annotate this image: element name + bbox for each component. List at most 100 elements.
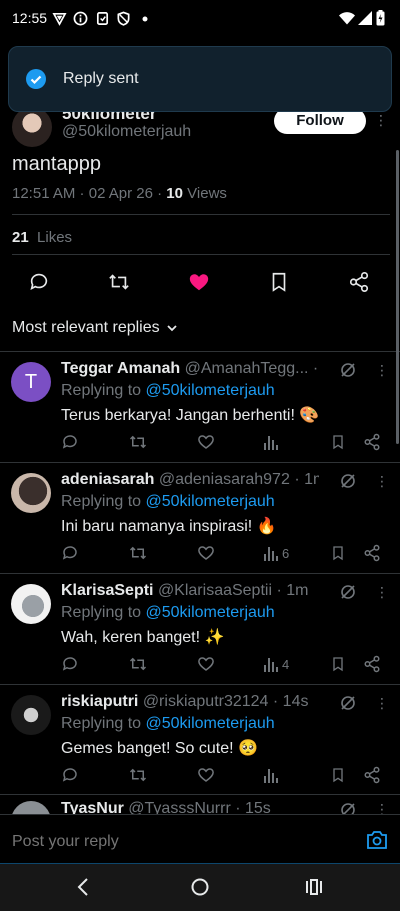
grok-icon[interactable] [339, 361, 357, 379]
retweet-icon[interactable] [129, 544, 147, 562]
replying-to-label: Replying to [61, 715, 142, 732]
views-icon[interactable] [263, 433, 279, 451]
chevron-down-icon[interactable] [166, 322, 178, 334]
likes-label: Likes [37, 229, 73, 246]
reply-header: riskiaputri @riskiaputr32124 · 14s [61, 693, 319, 711]
info-icon [73, 11, 88, 26]
reply-actions [0, 433, 400, 453]
reply-replying-to: Replying to @50kilometerjauh [61, 493, 275, 511]
grok-icon[interactable] [339, 583, 357, 601]
author-handle[interactable]: @50kilometerjauh [62, 123, 191, 141]
more-options-icon[interactable]: ⋮ [375, 473, 389, 490]
bookmark-icon[interactable] [330, 544, 346, 562]
more-options-icon[interactable]: ⋮ [375, 695, 389, 712]
reply-author-name[interactable]: adeniasarah [61, 471, 154, 488]
reply-text: Wah, keren banget! ✨ [61, 629, 225, 646]
heart-icon[interactable] [197, 655, 215, 673]
heart-icon[interactable] [197, 544, 215, 562]
reply-item[interactable]: T Teggar Amanah @AmanahTegg... · 1s ⋮ Re… [0, 351, 400, 462]
reply-item[interactable]: riskiaputri @riskiaputr32124 · 14s ⋮ Rep… [0, 684, 400, 795]
grok-icon[interactable] [339, 472, 357, 490]
reply-icon[interactable] [61, 655, 79, 673]
replying-to-mention[interactable]: @50kilometerjauh [146, 382, 275, 399]
author-avatar[interactable] [12, 107, 52, 147]
reply-author-handle[interactable]: @adeniasarah972 [159, 471, 290, 488]
reply-author-handle[interactable]: @riskiaputr32124 [143, 693, 269, 710]
toast-text: Reply sent [63, 70, 139, 87]
reply-item[interactable]: TyasNur @TyasssNurrr · 15s ⋮ [0, 794, 400, 814]
heart-icon[interactable] [188, 271, 210, 293]
reply-header: KlarisaSepti @KlarisaaSeptii · 1m [61, 582, 319, 600]
replying-to-mention[interactable]: @50kilometerjauh [146, 715, 275, 732]
reply-text: Terus berkarya! Jangan berhenti! 🎨 [61, 407, 320, 424]
reply-author-name[interactable]: Teggar Amanah [61, 360, 180, 377]
replying-to-label: Replying to [61, 604, 142, 621]
more-options-icon[interactable]: ⋮ [375, 584, 389, 601]
reply-avatar[interactable] [11, 695, 51, 735]
reply-avatar[interactable] [11, 801, 51, 814]
replying-to-mention[interactable]: @50kilometerjauh [146, 604, 275, 621]
share-icon[interactable] [363, 655, 381, 673]
retweet-icon[interactable] [129, 766, 147, 784]
replying-to-mention[interactable]: @50kilometerjauh [146, 493, 275, 510]
views-icon[interactable] [263, 766, 279, 784]
reply-actions: 4 [0, 655, 400, 675]
reply-item[interactable]: KlarisaSepti @KlarisaaSeptii · 1m ⋮ Repl… [0, 573, 400, 684]
reply-author-handle[interactable]: @KlarisaaSeptii [158, 582, 272, 599]
reply-icon[interactable] [61, 433, 79, 451]
reply-author-name[interactable]: riskiaputri [61, 693, 138, 710]
bookmark-icon[interactable] [330, 433, 346, 451]
home-icon[interactable] [190, 877, 210, 897]
reply-author-handle[interactable]: @TyasssNurrr [128, 800, 230, 814]
share-icon[interactable] [363, 544, 381, 562]
wifi-icon [339, 12, 355, 25]
reply-icon[interactable] [61, 766, 79, 784]
views-icon[interactable] [263, 544, 279, 562]
retweet-icon[interactable] [129, 655, 147, 673]
scrollbar[interactable] [396, 150, 399, 444]
tweet-views-count: 10 [166, 185, 183, 202]
share-icon[interactable] [348, 271, 370, 293]
divider [12, 214, 390, 215]
replying-to-label: Replying to [61, 493, 142, 510]
sort-replies-button[interactable]: Most relevant replies [12, 319, 160, 337]
reply-text: Ini baru namanya inspirasi! 🔥 [61, 518, 277, 535]
reply-icon[interactable] [61, 544, 79, 562]
share-icon[interactable] [363, 766, 381, 784]
tweet-time: 12:51 AM [12, 185, 76, 202]
reply-author-handle[interactable]: @AmanahTegg... [185, 360, 309, 377]
more-options-icon[interactable]: ⋮ [375, 362, 389, 379]
likes-row[interactable]: 21 Likes [12, 229, 72, 246]
reply-avatar[interactable] [11, 584, 51, 624]
reply-icon[interactable] [28, 271, 50, 293]
more-options-icon[interactable]: ⋮ [375, 801, 389, 814]
more-options-icon[interactable]: ⋮ [374, 112, 388, 129]
retweet-icon[interactable] [108, 271, 130, 293]
reply-author-name[interactable]: TyasNur [61, 800, 124, 814]
check-circle-icon [26, 69, 46, 89]
shield-icon [117, 11, 130, 26]
back-icon[interactable] [76, 877, 90, 897]
recents-icon[interactable] [305, 877, 323, 897]
toast-notification: Reply sent [8, 46, 392, 112]
bookmark-icon[interactable] [330, 766, 346, 784]
reply-header: TyasNur @TyasssNurrr · 15s [61, 800, 271, 814]
reply-input[interactable] [12, 833, 219, 851]
camera-icon[interactable] [366, 830, 388, 850]
grok-icon[interactable] [339, 694, 357, 712]
heart-icon[interactable] [197, 433, 215, 451]
status-time: 12:55 [12, 10, 48, 26]
bookmark-icon[interactable] [330, 655, 346, 673]
heart-icon[interactable] [197, 766, 215, 784]
grok-icon[interactable] [339, 801, 357, 814]
views-icon[interactable] [263, 655, 279, 673]
reply-item[interactable]: adeniasarah @adeniasarah972 · 1m ⋮ Reply… [0, 462, 400, 573]
reply-replying-to: Replying to @50kilometerjauh [61, 604, 275, 622]
bookmark-icon[interactable] [268, 271, 290, 293]
status-bar: 12:55 [0, 0, 400, 38]
reply-avatar[interactable]: T [11, 362, 51, 402]
share-icon[interactable] [363, 433, 381, 451]
reply-avatar[interactable] [11, 473, 51, 513]
reply-author-name[interactable]: KlarisaSepti [61, 582, 153, 599]
retweet-icon[interactable] [129, 433, 147, 451]
